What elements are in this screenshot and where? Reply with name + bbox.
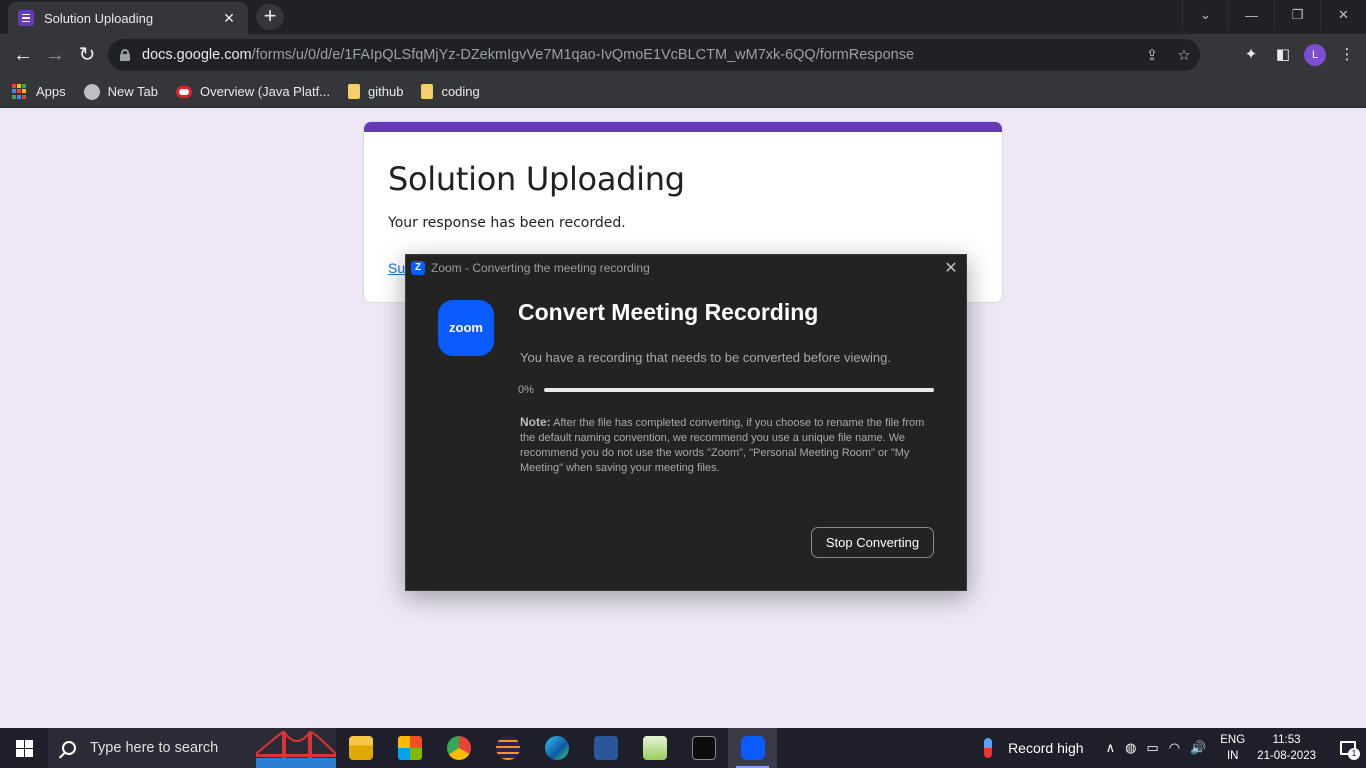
weather-text: Record high (1008, 740, 1084, 756)
start-windows-icon[interactable] (0, 728, 48, 768)
globe-icon (83, 83, 100, 100)
windows-taskbar: Type here to search Record high ∧ ◍ ▭ ◠ … (0, 728, 1366, 768)
zoom-convert-dialog: Z Zoom - Converting the meeting recordin… (405, 254, 967, 591)
back-icon[interactable]: ← (10, 42, 36, 68)
meet-now-icon[interactable]: ◍ (1125, 740, 1136, 756)
eclipse-icon[interactable] (483, 728, 532, 768)
submit-another-link[interactable]: Su (388, 260, 405, 276)
bookmark-label: New Tab (107, 84, 158, 99)
bookmark-label: Apps (36, 84, 66, 99)
store-icon[interactable] (385, 728, 434, 768)
bookmark-apps[interactable]: Apps (12, 83, 66, 100)
folder-icon (421, 84, 434, 99)
url-path: /forms/u/0/d/e/1FAIpQLSfqMjYz-DZekmIgvVe… (251, 47, 915, 63)
clock-time: 11:53 (1272, 734, 1301, 746)
apps-grid-icon (12, 83, 28, 100)
bookmark-label: coding (441, 84, 480, 99)
battery-icon[interactable]: ▭ (1146, 740, 1158, 756)
new-tab-button[interactable]: + (256, 4, 284, 30)
notepad-plus-icon[interactable] (630, 728, 679, 768)
zoom-app-icon: Z (411, 260, 425, 275)
dialog-subtitle: You have a recording that needs to be co… (520, 350, 891, 365)
command-prompt-icon[interactable] (679, 728, 728, 768)
lock-icon[interactable] (120, 49, 130, 61)
tab-title: Solution Uploading (44, 10, 154, 26)
browser-tab-active[interactable]: Solution Uploading ✕ (8, 2, 248, 34)
bookmark-star-icon[interactable]: ☆ (1168, 46, 1200, 64)
bookmarks-bar: Apps New Tab Overview (Java Platf... git… (0, 76, 1366, 108)
form-confirmation-message: Your response has been recorded. (388, 215, 626, 231)
stop-converting-button[interactable]: Stop Converting (811, 527, 934, 558)
search-placeholder: Type here to search (90, 740, 219, 756)
bookmark-label: Overview (Java Platf... (199, 84, 331, 99)
bookmark-folder-coding[interactable]: coding (421, 84, 480, 99)
bookmark-label: github (368, 84, 404, 99)
edge-icon[interactable] (532, 728, 581, 768)
lang-line2: IN (1226, 750, 1239, 762)
forward-icon[interactable]: → (42, 42, 68, 68)
volume-icon[interactable]: 🔊 (1190, 740, 1206, 756)
zoom-taskbar-icon[interactable] (728, 728, 777, 768)
extensions-icon[interactable]: ✦ (1240, 42, 1262, 68)
browser-tabstrip: Solution Uploading ✕ + ⌄ — ❐ ✕ (0, 0, 1366, 34)
progress-percent: 0% (518, 384, 534, 396)
lang-line1: ENG (1220, 734, 1246, 746)
progress-bar (544, 388, 934, 392)
oracle-icon (175, 85, 192, 98)
bookmark-java-overview[interactable]: Overview (Java Platf... (175, 84, 331, 99)
minimize-icon[interactable]: — (1228, 0, 1274, 30)
bookmark-new-tab[interactable]: New Tab (83, 83, 158, 100)
browser-toolbar: ← → ↻ docs.google.com/forms/u/0/d/e/1FAI… (0, 34, 1366, 76)
form-title: Solution Uploading (388, 160, 685, 198)
system-tray: Record high ∧ ◍ ▭ ◠ 🔊 ENG IN 11:53 21-08… (984, 728, 1366, 768)
clock-date: 21-08-2023 (1257, 750, 1316, 762)
close-window-icon[interactable]: ✕ (1320, 0, 1366, 30)
clock[interactable]: 11:53 21-08-2023 (1257, 732, 1316, 764)
show-hidden-icons-icon[interactable]: ∧ (1106, 740, 1116, 756)
note-label: Note: (520, 415, 551, 429)
search-icon (62, 741, 76, 755)
dialog-note: Note: After the file has completed conve… (520, 415, 930, 476)
bookmark-folder-github[interactable]: github (348, 84, 403, 99)
dialog-close-icon[interactable]: ✕ (936, 258, 966, 278)
notification-center-icon[interactable]: 1 (1334, 728, 1362, 768)
google-forms-icon (18, 10, 34, 26)
restore-icon[interactable]: ❐ (1274, 0, 1320, 30)
dialog-window-title: Zoom - Converting the meeting recording (431, 260, 650, 275)
share-icon[interactable]: ⇪ (1136, 46, 1168, 64)
side-panel-icon[interactable]: ◧ (1272, 42, 1294, 68)
thermometer-icon (984, 738, 993, 758)
profile-avatar[interactable]: L (1304, 44, 1326, 66)
file-explorer-icon[interactable] (336, 728, 385, 768)
dialog-heading: Convert Meeting Recording (518, 299, 819, 325)
reload-icon[interactable]: ↻ (74, 42, 100, 68)
chrome-icon[interactable] (434, 728, 483, 768)
form-accent-bar (364, 122, 1002, 132)
weather-widget[interactable]: Record high (984, 738, 1084, 758)
tab-search-icon[interactable]: ⌄ (1182, 0, 1228, 30)
url-text[interactable]: docs.google.com/forms/u/0/d/e/1FAIpQLSfq… (142, 47, 1136, 63)
bridge-search-highlight-icon (256, 730, 336, 768)
notification-badge: 1 (1348, 748, 1360, 760)
word-icon[interactable] (581, 728, 630, 768)
wifi-icon[interactable]: ◠ (1169, 740, 1180, 756)
window-controls: ⌄ — ❐ ✕ (1182, 0, 1366, 30)
toolbar-actions: ✦ ◧ L ⋮ (1240, 42, 1358, 68)
tab-close-icon[interactable]: ✕ (220, 10, 238, 27)
zoom-logo: zoom (438, 300, 494, 356)
folder-icon (348, 84, 361, 99)
address-bar[interactable]: docs.google.com/forms/u/0/d/e/1FAIpQLSfq… (108, 39, 1200, 71)
note-text: After the file has completed converting,… (520, 417, 925, 474)
taskbar-search[interactable]: Type here to search (48, 728, 336, 768)
dialog-titlebar: Z Zoom - Converting the meeting recordin… (406, 255, 966, 280)
language-indicator[interactable]: ENG IN (1220, 732, 1245, 764)
url-host: docs.google.com (142, 47, 252, 63)
menu-icon[interactable]: ⋮ (1336, 42, 1358, 68)
